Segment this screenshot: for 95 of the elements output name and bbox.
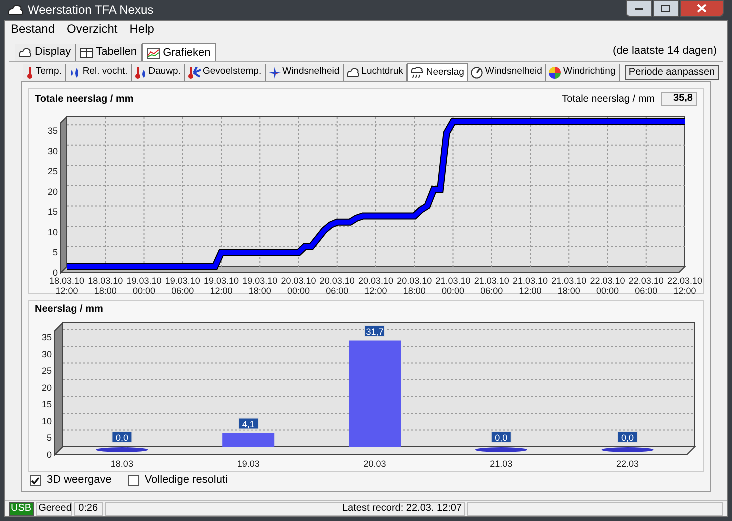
axis-label: 15 <box>48 207 58 218</box>
thermometer-icon <box>26 66 34 78</box>
maximize-icon <box>661 4 671 12</box>
readout-label: Totale neerslag / mm <box>562 92 655 106</box>
axis-label: 5 <box>52 248 58 258</box>
axis-label: 20.03.10 18:00 <box>396 276 434 296</box>
cloud-icon <box>19 48 32 58</box>
axis-label: 19.03.10 12:00 <box>202 276 240 296</box>
axis-label: 10 <box>42 416 52 426</box>
axis-label: 5 <box>46 433 52 444</box>
value-label: 0,0 <box>112 432 133 444</box>
chart-tab[interactable]: Gevoelstemp. <box>184 64 266 81</box>
chart-tab[interactable]: Temp. <box>23 64 66 81</box>
chart-tab[interactable]: Windsnelheid <box>468 64 546 81</box>
window-title: Weerstation TFA Nexus <box>28 2 154 19</box>
axis-label: 0 <box>52 268 58 278</box>
axis-label: 20.03.10 00:00 <box>280 276 318 296</box>
axis-label: 21.03.10 18:00 <box>550 276 588 296</box>
gauge-icon <box>471 66 484 78</box>
view-tab[interactable]: Grafieken <box>142 43 216 62</box>
minimize-button[interactable] <box>626 0 652 17</box>
axis-label: 18.03.10 18:00 <box>87 276 124 296</box>
axis-label: 25 <box>42 366 52 376</box>
axis-label: 22.03 <box>616 459 640 469</box>
axis-label: 19.03 <box>237 459 260 469</box>
period-note: (de laatste 14 dagen) <box>613 44 717 58</box>
axis-label: 19.03.10 00:00 <box>126 276 163 296</box>
period-button[interactable]: Periode aanpassen <box>625 65 719 80</box>
axis-label: 21.03.10 00:00 <box>434 276 472 296</box>
axis-label: 20.03.10 12:00 <box>357 276 395 296</box>
axis-label: 18.03 <box>110 459 134 469</box>
minimize-icon <box>634 6 644 10</box>
axis-label: 10 <box>48 227 58 238</box>
axis-label: 19.03.10 18:00 <box>242 276 279 296</box>
axis-label: 22.03.10 12:00 <box>666 276 704 296</box>
axis-label: 35 <box>42 332 52 343</box>
close-icon <box>697 4 707 13</box>
chart-title: Neerslag / mm <box>35 302 104 316</box>
chart-tab[interactable]: Luchtdruk <box>344 64 408 81</box>
chart-tab[interactable]: Windrichting <box>546 64 620 81</box>
value-label: 4,1 <box>238 418 260 430</box>
axis-label: 35 <box>48 126 58 136</box>
thermometer-drop-icon <box>134 66 147 78</box>
value-label: 0,0 <box>490 432 512 444</box>
compass-star-icon <box>268 66 281 78</box>
checkbox-option[interactable]: 3D weergave <box>30 472 112 489</box>
axis-label: 20 <box>48 186 58 197</box>
axis-label: 20.03 <box>364 459 386 469</box>
chart-tab[interactable]: Rel. vocht. <box>66 64 132 81</box>
axis-label: 20 <box>42 382 52 393</box>
maximize-button[interactable] <box>653 0 679 17</box>
menu-item[interactable]: Bestand <box>11 20 56 38</box>
menu-item[interactable]: Overzicht <box>67 20 118 38</box>
thermometer-wind-icon <box>188 66 201 78</box>
cloud-icon <box>8 4 24 16</box>
value-label: 31,7 <box>364 325 386 338</box>
value-label: 0,0 <box>617 432 638 444</box>
chart-title: Totale neerslag / mm <box>35 92 134 106</box>
menu-item[interactable]: Help <box>130 20 154 38</box>
check-icon <box>31 476 40 484</box>
status-time: 0:26 <box>74 502 104 516</box>
axis-label: 21.03 <box>490 459 513 469</box>
status-text: Gereed <box>36 502 72 516</box>
color-wheel-icon <box>549 66 562 78</box>
status-latest-record: Latest record: 22.03. 12:07 <box>105 502 466 516</box>
axis-label: 25 <box>48 166 58 177</box>
checkbox-option[interactable]: Volledige resoluti <box>128 472 228 489</box>
axis-label: 15 <box>42 400 52 410</box>
axis-label: 18.03.10 12:00 <box>48 276 86 296</box>
axis-label: 19.03.10 06:00 <box>164 276 202 296</box>
bar <box>222 433 275 447</box>
axis-label: 21.03.10 12:00 <box>512 276 550 296</box>
table-icon <box>80 48 94 58</box>
view-tab[interactable]: Tabellen <box>76 44 142 61</box>
bar-base-disc <box>96 448 148 452</box>
drops-icon <box>68 66 81 78</box>
chart-tab[interactable]: Neerslag <box>407 63 468 82</box>
readout-value: 35,8 <box>661 92 697 106</box>
axis-label: 22.03.10 00:00 <box>589 276 626 296</box>
view-tab[interactable]: Display <box>15 44 76 61</box>
axis-label: 30 <box>48 146 58 156</box>
graph-icon <box>147 48 160 58</box>
bar-base-disc <box>475 448 528 452</box>
axis-label: 22.03.10 06:00 <box>628 276 665 296</box>
rain-cloud-icon <box>411 67 424 79</box>
bar-base-disc <box>602 448 654 452</box>
connection-badge: USB <box>9 502 34 516</box>
axis-label: 20.03.10 06:00 <box>318 276 356 296</box>
axis-label: 0 <box>46 450 52 460</box>
axis-label: 21.03.10 06:00 <box>473 276 510 296</box>
close-button[interactable] <box>680 0 724 17</box>
cloud-icon <box>346 68 360 78</box>
chart-tab[interactable]: Windsnelheid <box>266 64 344 81</box>
chart-tab[interactable]: Dauwp. <box>132 64 185 81</box>
axis-label: 30 <box>42 349 52 360</box>
